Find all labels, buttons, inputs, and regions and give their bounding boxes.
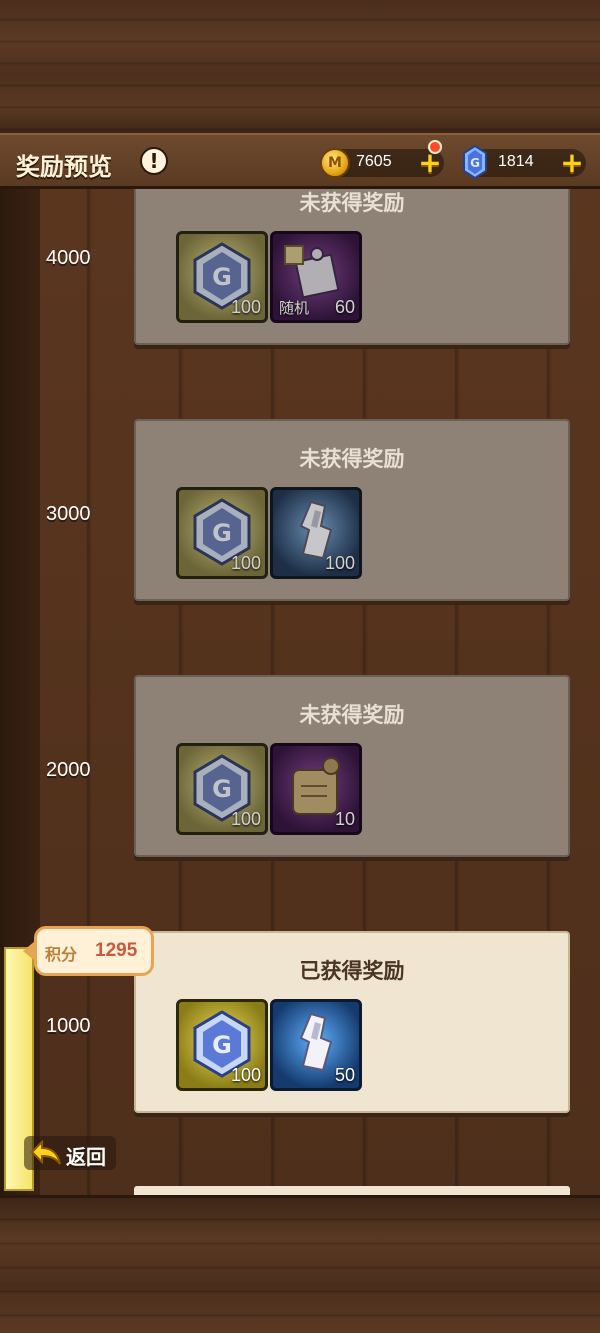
item-quantity: 100	[230, 553, 261, 573]
reward-status: 未获得奖励	[299, 447, 405, 471]
reward-item[interactable]: G 100	[176, 487, 268, 579]
reward-card: 已获得奖励 G 100 50	[134, 931, 570, 1113]
item-quantity: 50	[334, 1065, 355, 1085]
gem-amount: 1814	[498, 153, 534, 170]
score-value: 1295	[95, 940, 138, 961]
score-label: 积分	[45, 945, 78, 964]
exclamation-icon[interactable]: !	[140, 147, 168, 175]
reward-status: 未获得奖励	[299, 703, 405, 727]
milestone-label: 3000	[46, 503, 91, 525]
puzzle-piece-icon	[284, 245, 340, 299]
header-bar: 奖励预览 ! M 7605 + G 1814 +	[0, 133, 600, 189]
g-gem-icon: G	[463, 145, 487, 179]
add-gold-button[interactable]: +	[416, 140, 444, 178]
milestone-label: 1000	[46, 1015, 91, 1037]
svg-text:G: G	[212, 1031, 232, 1059]
svg-text:G: G	[212, 519, 232, 547]
reward-item[interactable]: G 100	[176, 743, 268, 835]
reward-status: 已获得奖励	[299, 959, 405, 983]
reward-item[interactable]: G 100	[176, 231, 268, 323]
reward-card: 未获得奖励 G 100 10	[134, 675, 570, 857]
item-tag: 随机	[279, 299, 310, 317]
item-quantity: 100	[324, 553, 355, 573]
score-badge: 积分 1295	[23, 926, 154, 976]
item-quantity: 100	[230, 1065, 261, 1085]
page-title: 奖励预览	[16, 153, 112, 181]
back-button[interactable]: 返回	[24, 1136, 116, 1170]
gem-currency: G 1814 +	[463, 145, 586, 179]
notification-dot	[428, 140, 442, 154]
top-wood-panel	[0, 0, 600, 135]
milestone-label: 2000	[46, 759, 91, 781]
reward-card: 未获得奖励 G 100 100	[134, 419, 570, 601]
gold-coin-icon: M	[320, 148, 350, 178]
bottom-wood-panel	[0, 1195, 600, 1333]
item-quantity: 10	[334, 809, 355, 829]
svg-text:G: G	[212, 775, 232, 803]
reward-item[interactable]: 100	[270, 487, 362, 579]
item-quantity: 100	[230, 297, 261, 317]
back-label: 返回	[66, 1145, 106, 1169]
reward-card: 未获得奖励 G 100 随机 60	[134, 189, 570, 345]
reward-item[interactable]: G 100	[176, 999, 268, 1091]
gold-amount: 7605	[356, 153, 392, 170]
milestone-label: 4000	[46, 247, 91, 269]
item-quantity: 60	[334, 297, 355, 317]
reward-status: 未获得奖励	[299, 191, 405, 215]
gold-currency: M 7605 +	[320, 140, 444, 178]
back-arrow-icon	[30, 1140, 61, 1165]
reward-item[interactable]: 10	[270, 743, 362, 835]
add-gems-button[interactable]: +	[558, 148, 586, 178]
reward-item[interactable]: 50	[270, 999, 362, 1091]
svg-text:G: G	[212, 263, 232, 291]
item-quantity: 100	[230, 809, 261, 829]
reward-list[interactable]: 4000 未获得奖励 G 100 随机 60 3000 未获得奖励 G 100 …	[0, 189, 600, 1195]
svg-text:G: G	[470, 156, 480, 170]
reward-item[interactable]: 随机 60	[270, 231, 362, 323]
